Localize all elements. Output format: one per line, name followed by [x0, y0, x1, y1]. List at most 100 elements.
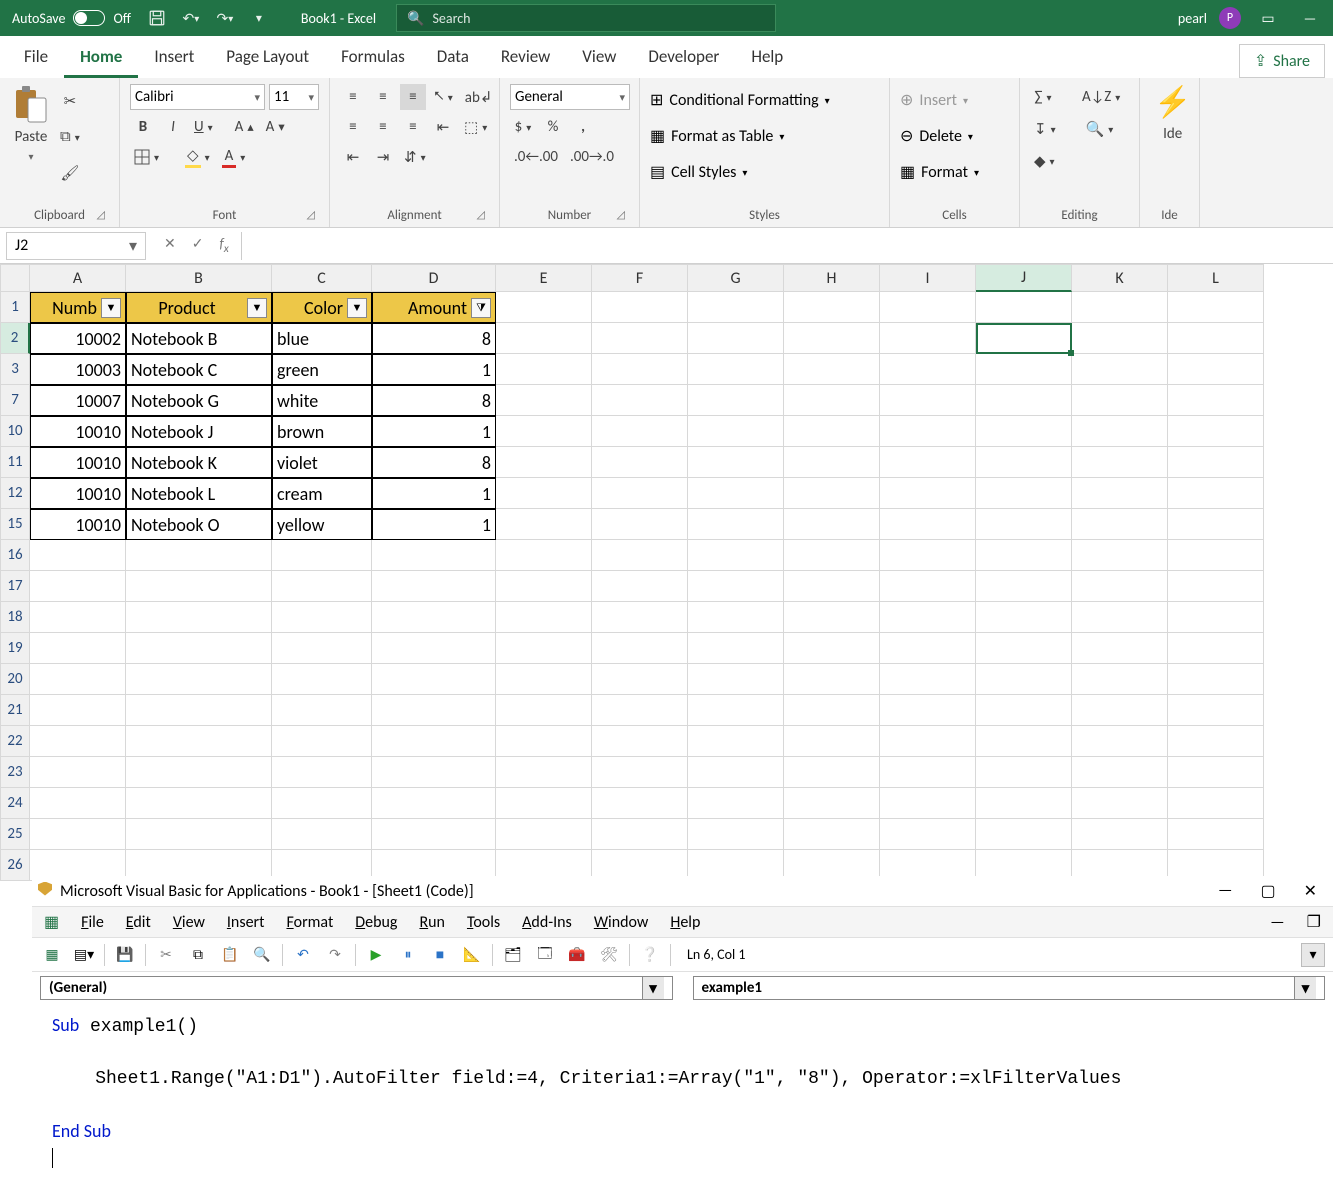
cell[interactable] — [272, 819, 372, 850]
vbe-menu-edit[interactable]: Edit — [126, 913, 151, 932]
cell[interactable] — [592, 385, 688, 416]
cell[interactable] — [272, 633, 372, 664]
cell[interactable]: brown — [272, 416, 372, 447]
cell[interactable] — [126, 540, 272, 571]
cell[interactable] — [976, 354, 1072, 385]
tab-insert[interactable]: Insert — [138, 38, 210, 78]
save-icon[interactable] — [143, 6, 171, 30]
cell[interactable] — [976, 695, 1072, 726]
cell[interactable] — [372, 788, 496, 819]
bold-button[interactable]: B — [130, 114, 156, 140]
cell[interactable] — [784, 292, 880, 323]
enter-formula-icon[interactable]: ✓ — [192, 235, 204, 256]
cell[interactable] — [1072, 478, 1168, 509]
cell[interactable] — [1072, 292, 1168, 323]
conditional-formatting-button[interactable]: ⊞Conditional Formatting▾ — [650, 86, 830, 114]
cell[interactable]: blue — [272, 323, 372, 354]
cell[interactable] — [372, 602, 496, 633]
cell[interactable] — [976, 726, 1072, 757]
cell[interactable]: 10010 — [30, 447, 126, 478]
align-center-icon[interactable]: ≡ — [370, 114, 396, 140]
cell[interactable] — [372, 819, 496, 850]
cut-icon[interactable]: ✂ — [56, 88, 84, 114]
cell[interactable] — [880, 571, 976, 602]
cell[interactable]: 10010 — [30, 478, 126, 509]
cell[interactable] — [784, 478, 880, 509]
row-header[interactable]: 12 — [0, 478, 30, 509]
decrease-indent-icon[interactable]: ⇤ — [430, 114, 456, 140]
cell[interactable] — [976, 478, 1072, 509]
insert-cells-button[interactable]: ⊕Insert▾ — [900, 86, 979, 114]
cell[interactable] — [688, 695, 784, 726]
cell[interactable] — [1168, 664, 1264, 695]
cell[interactable] — [592, 540, 688, 571]
vbe-help-icon[interactable]: ❔ — [638, 943, 662, 967]
decrease-font-icon[interactable]: A▾ — [262, 114, 289, 140]
column-header[interactable]: A — [30, 264, 126, 292]
cell[interactable] — [1168, 788, 1264, 819]
align-bottom-icon[interactable]: ≡ — [400, 84, 426, 110]
cell[interactable] — [1168, 757, 1264, 788]
share-button[interactable]: ⇪ Share — [1239, 44, 1325, 78]
tab-formulas[interactable]: Formulas — [325, 38, 421, 78]
cell[interactable] — [880, 447, 976, 478]
cell[interactable]: violet — [272, 447, 372, 478]
cell[interactable]: Notebook B — [126, 323, 272, 354]
cell[interactable] — [272, 788, 372, 819]
cell[interactable] — [688, 354, 784, 385]
cell[interactable] — [688, 540, 784, 571]
wrap-text-icon[interactable]: ab↲ — [461, 84, 497, 110]
underline-button[interactable]: U▾ — [190, 114, 217, 140]
cell[interactable] — [592, 757, 688, 788]
row-header[interactable]: 15 — [0, 509, 30, 540]
cell[interactable] — [126, 602, 272, 633]
cell[interactable]: Notebook L — [126, 478, 272, 509]
cell[interactable]: yellow — [272, 509, 372, 540]
cell[interactable] — [1072, 788, 1168, 819]
cell[interactable] — [976, 664, 1072, 695]
align-right-icon[interactable]: ≡ — [400, 114, 426, 140]
cell[interactable] — [126, 788, 272, 819]
cell[interactable] — [784, 695, 880, 726]
cell[interactable] — [976, 788, 1072, 819]
cell[interactable] — [976, 819, 1072, 850]
cell[interactable] — [880, 819, 976, 850]
vbe-procedure-select[interactable]: example1▾ — [693, 976, 1326, 1000]
column-header[interactable]: B — [126, 264, 272, 292]
clear-icon[interactable]: ◆▾ — [1030, 148, 1059, 174]
vbe-menu-run[interactable]: Run — [419, 913, 445, 932]
user-avatar[interactable]: P — [1219, 7, 1241, 29]
cell[interactable] — [496, 757, 592, 788]
format-painter-icon[interactable]: 🖌 — [56, 160, 84, 186]
number-format-select[interactable]: General▾ — [510, 84, 630, 110]
cell[interactable]: Notebook G — [126, 385, 272, 416]
vbe-undo-icon[interactable]: ↶ — [291, 943, 315, 967]
vbe-menu-insert[interactable]: Insert — [227, 913, 265, 932]
cell[interactable] — [784, 788, 880, 819]
cell[interactable] — [688, 664, 784, 695]
cell[interactable] — [880, 602, 976, 633]
vbe-insert-module-icon[interactable]: ▤▾ — [72, 943, 96, 967]
cell[interactable] — [880, 354, 976, 385]
cell[interactable] — [592, 416, 688, 447]
cell[interactable] — [30, 819, 126, 850]
cell[interactable] — [1072, 509, 1168, 540]
cell[interactable]: white — [272, 385, 372, 416]
delete-cells-button[interactable]: ⊖Delete▾ — [900, 122, 979, 150]
cell[interactable]: cream — [272, 478, 372, 509]
vbe-copy-icon[interactable]: ⧉ — [186, 943, 210, 967]
cell[interactable] — [784, 571, 880, 602]
cell[interactable] — [496, 478, 592, 509]
cell[interactable] — [30, 726, 126, 757]
cell[interactable] — [592, 292, 688, 323]
indent-left-icon[interactable]: ⇤ — [340, 144, 366, 170]
cell[interactable] — [784, 664, 880, 695]
cell[interactable] — [372, 664, 496, 695]
cell[interactable] — [126, 664, 272, 695]
cell[interactable] — [272, 602, 372, 633]
align-top-icon[interactable]: ≡ — [340, 84, 366, 110]
paste-button[interactable]: Paste ▾ — [10, 84, 52, 163]
column-header[interactable]: L — [1168, 264, 1264, 292]
cell-styles-button[interactable]: ▤Cell Styles▾ — [650, 158, 830, 186]
cell[interactable] — [372, 540, 496, 571]
